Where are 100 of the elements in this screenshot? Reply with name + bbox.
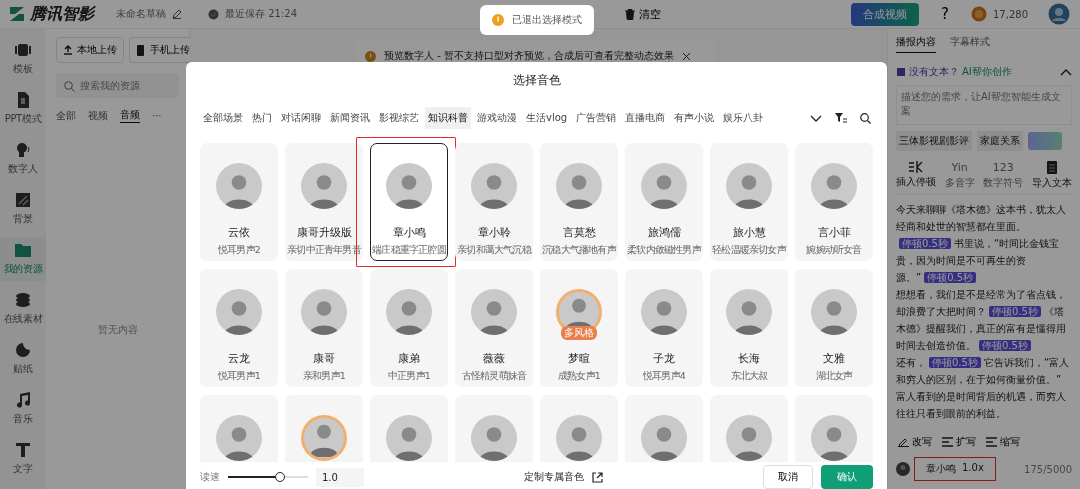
category-tab[interactable]: 新闻资讯	[327, 107, 373, 129]
editor-tool[interactable]: 导入文本	[1031, 161, 1072, 190]
notice-text: 预览数字人 - 暂不支持口型对齐预览，合成后可查看完整动态效果	[384, 49, 674, 63]
category-tab[interactable]: 广告营销	[573, 107, 620, 129]
voice-name: 章小鸣	[392, 225, 426, 240]
voice-card[interactable]: 言小菲 婉婉动听女音	[795, 143, 873, 261]
coin-icon	[971, 6, 987, 22]
sidebar-item[interactable]: 文字	[0, 437, 46, 481]
toast-message: 已退出选择模式	[512, 13, 582, 27]
sidebar-item[interactable]: 在线素材	[0, 287, 46, 331]
voice-card[interactable]: 云依 悦耳男声2	[200, 143, 278, 261]
more-button[interactable]: ···	[152, 110, 162, 121]
pen-icon	[898, 437, 909, 447]
help-button[interactable]: ?	[935, 4, 955, 24]
voice-name: 言莫愁	[562, 225, 596, 240]
info-icon	[492, 14, 504, 26]
voice-name: 章小聆	[477, 225, 511, 240]
panel-tab[interactable]: 播报内容	[896, 35, 936, 53]
pause-tag[interactable]: 停顿0.5秒	[924, 272, 977, 283]
sidebar-item[interactable]: 贴纸	[0, 337, 46, 381]
voice-card[interactable]: 子龙 悦耳男声4	[625, 269, 703, 387]
voice-name: 言小菲	[817, 225, 851, 240]
upload-local-button[interactable]: 本地上传	[56, 37, 124, 63]
text-tool-icon	[15, 442, 31, 458]
category-tab[interactable]: 娱乐八卦	[720, 107, 767, 129]
external-link-icon[interactable]	[592, 471, 603, 483]
voice-selector[interactable]: 章小鸣 1.0x	[920, 462, 990, 476]
voice-card[interactable]: 旅小慧 轻松温暖亲切女声	[710, 143, 788, 261]
voice-card[interactable]: 文雅 湖北女声	[795, 269, 873, 387]
panel-tab[interactable]: 字幕样式	[950, 35, 990, 53]
phone-icon	[136, 44, 146, 56]
sidebar-item[interactable]: 音乐	[0, 387, 46, 431]
voice-name: 长海	[738, 351, 760, 366]
clear-button[interactable]: 清空	[619, 5, 667, 23]
voice-card[interactable]: 章小聆 亲切和蔼大气沉稳	[455, 143, 533, 261]
close-icon[interactable]	[681, 51, 691, 61]
category-tab[interactable]: 知识科普	[425, 107, 471, 129]
voice-card[interactable]: 多风格 梦暄 成熟女声1	[540, 269, 618, 387]
speed-value-field[interactable]: 1.0	[316, 467, 364, 487]
category-tab[interactable]: 有声小说	[671, 107, 718, 129]
character-count: 175/5000	[1024, 463, 1072, 475]
pause-tag[interactable]: 停顿0.5秒	[979, 340, 1031, 351]
rewrite-tool-button[interactable]: 缩写	[984, 433, 1022, 451]
category-tab[interactable]: 生活vlog	[523, 107, 571, 129]
logo-icon	[8, 5, 26, 23]
voice-card[interactable]: 云龙 悦耳男声1	[200, 269, 278, 387]
category-tab[interactable]: 直播电商	[622, 107, 669, 129]
sidebar-item[interactable]: 背景	[0, 187, 46, 231]
voice-name: 薇薇	[483, 351, 505, 366]
voice-card[interactable]: 言莫愁 沉稳大气播地有声	[540, 143, 618, 261]
voice-description: 柔软内敛磁性男声	[627, 244, 701, 257]
chevron-up-icon[interactable]	[1060, 68, 1072, 76]
empty-message: 暂无内容	[97, 323, 138, 337]
category-tab[interactable]: 全部场景	[200, 107, 246, 129]
filter-icon[interactable]	[835, 113, 847, 123]
resource-tab[interactable]: 音频	[120, 108, 140, 123]
chevron-down-icon[interactable]	[810, 114, 822, 122]
resource-search-field[interactable]: 搜索我的资源	[56, 73, 179, 98]
logo-text: 腾讯智影	[30, 3, 94, 25]
voice-card[interactable]: 薇薇 古怪精灵萌妹音	[455, 269, 533, 387]
voice-card[interactable]: 康哥 亲和男声1	[285, 269, 363, 387]
voice-description: 古怪精灵萌妹音	[461, 370, 527, 383]
suggestion-chip[interactable]: 三体影视剧影评	[896, 131, 972, 151]
resource-tab[interactable]: 视频	[88, 108, 108, 123]
script-paragraph: 想想看，我们是不是经常为了省点钱，却浪费了大把时间？ 停顿0.5秒 《塔木德》提醒我们，真正的富有是懂得用时间去创造价值。 停顿0.5秒	[896, 288, 1067, 353]
voice-card[interactable]: 旅鸿儒 柔软内敛磁性男声	[625, 143, 703, 261]
voice-description: 亲切和蔼大气沉稳	[457, 244, 531, 257]
search-icon	[64, 81, 75, 92]
cancel-button[interactable]: 取消	[763, 465, 813, 489]
sidebar-item[interactable]: 数字人	[0, 137, 46, 181]
pause-tag[interactable]: 停顿0.5秒	[899, 238, 951, 249]
voice-card[interactable]: 康弟 中正男声1	[370, 269, 448, 387]
search-icon[interactable]	[860, 112, 871, 124]
speed-label: 读速	[200, 470, 220, 484]
suggestion-chip[interactable]: 家庭关系	[977, 131, 1023, 151]
draft-title[interactable]: 未命名草稿	[116, 7, 166, 21]
editor-tool[interactable]: 插入停顿	[896, 161, 936, 190]
prompt-field[interactable]: 描述您的需求，让AI帮您智能生成文案	[896, 85, 1072, 125]
category-tab[interactable]: 影视综艺	[376, 107, 422, 129]
pause-tag[interactable]: 停顿0.5秒	[989, 306, 1041, 317]
film-strip-icon	[15, 42, 31, 58]
voice-name: 旅鸿儒	[647, 225, 681, 240]
category-tab[interactable]: 游戏动漫	[474, 107, 520, 129]
sidebar-item[interactable]: PPT模式	[0, 87, 46, 131]
voice-card[interactable]: 长海 东北大叔	[710, 269, 788, 387]
voice-name: 梦暄	[568, 351, 590, 366]
pause-tag[interactable]: 停顿0.5秒	[929, 357, 981, 368]
lines-icon	[942, 437, 953, 447]
custom-voice-link[interactable]: 定制专属音色	[524, 470, 584, 484]
category-tab[interactable]: 热门	[249, 107, 275, 129]
sidebar-item[interactable]: 模板	[0, 37, 46, 81]
voice-name: 云龙	[228, 351, 250, 366]
resource-tab[interactable]: 全部	[56, 108, 76, 123]
avatar-icon[interactable]	[1048, 3, 1070, 25]
rewrite-tool-button[interactable]: 改写	[896, 433, 934, 451]
voice-card[interactable]: 章小鸣 端庄稳重字正腔圆	[370, 143, 448, 261]
category-tab[interactable]: 对话闲聊	[278, 107, 324, 129]
rewrite-tool-button[interactable]: 扩写	[940, 433, 978, 451]
music-note-icon	[15, 392, 31, 408]
pencil-icon[interactable]	[172, 9, 182, 19]
